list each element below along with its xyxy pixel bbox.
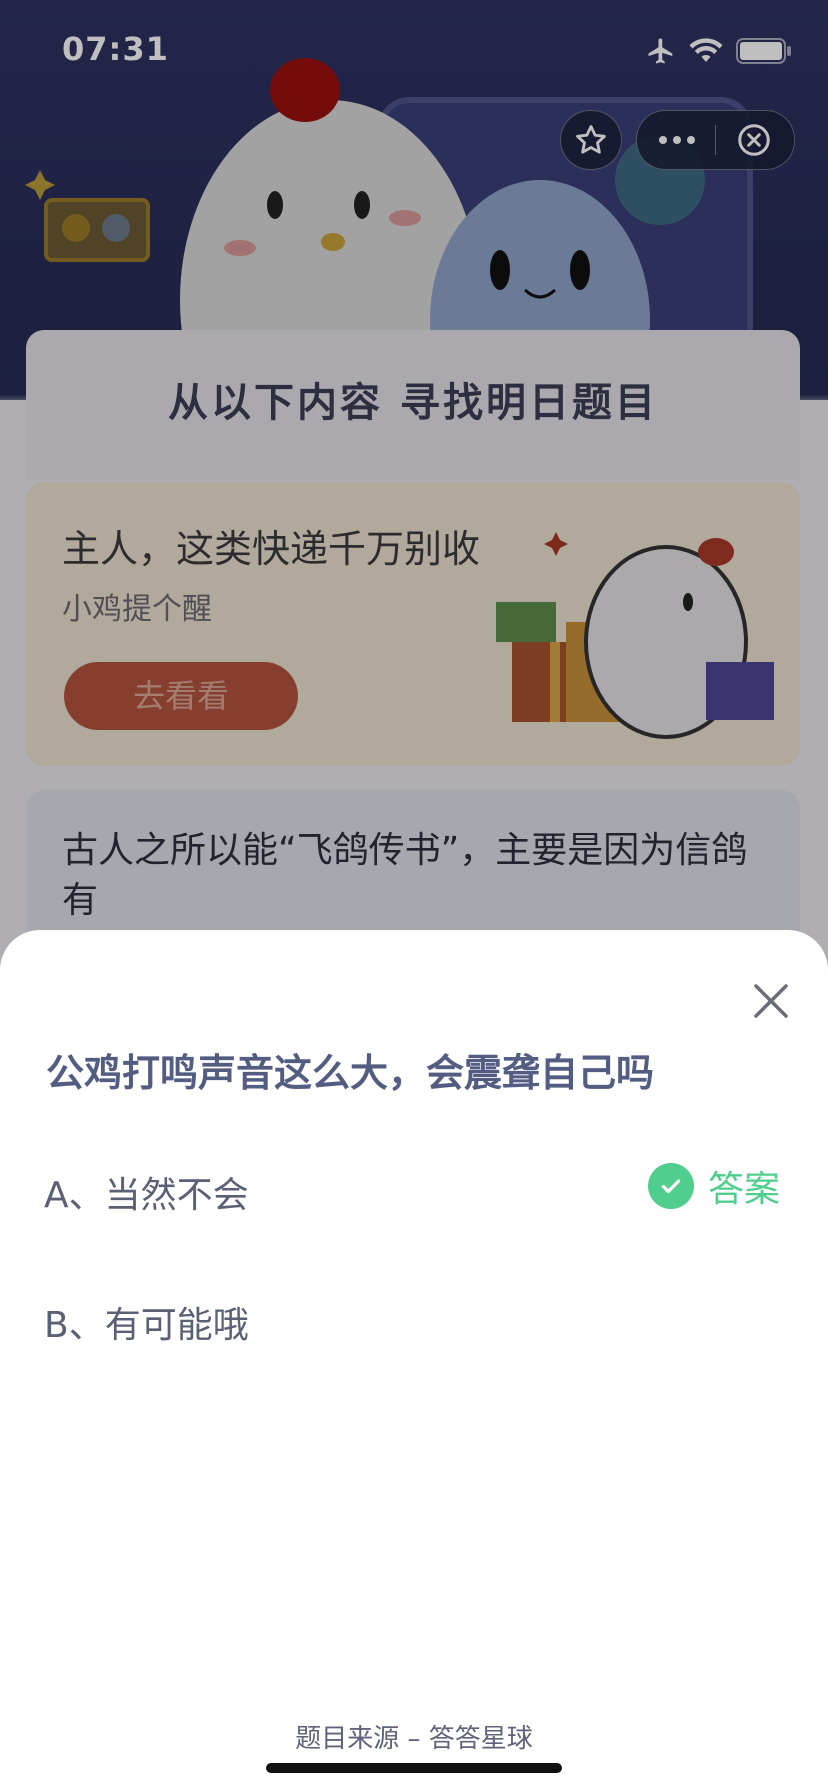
close-sheet-button[interactable] (746, 976, 796, 1026)
answer-label: 答案 (708, 1169, 781, 1210)
option-a[interactable]: A、当然不会 (44, 1166, 249, 1218)
answer-indicator: 答案 (648, 1162, 780, 1210)
check-circle-icon (648, 1163, 694, 1209)
home-indicator[interactable] (266, 1763, 562, 1773)
option-b[interactable]: B、有可能哦 (44, 1296, 249, 1348)
answer-sheet: 公鸡打鸣声音这么大，会震聋自己吗 A、当然不会 答案 B、有可能哦 (0, 930, 828, 1792)
question-title: 公鸡打鸣声音这么大，会震聋自己吗 (46, 1051, 655, 1095)
question-source: 题目来源 – 答答星球 (295, 1724, 533, 1754)
close-icon (754, 984, 788, 1018)
